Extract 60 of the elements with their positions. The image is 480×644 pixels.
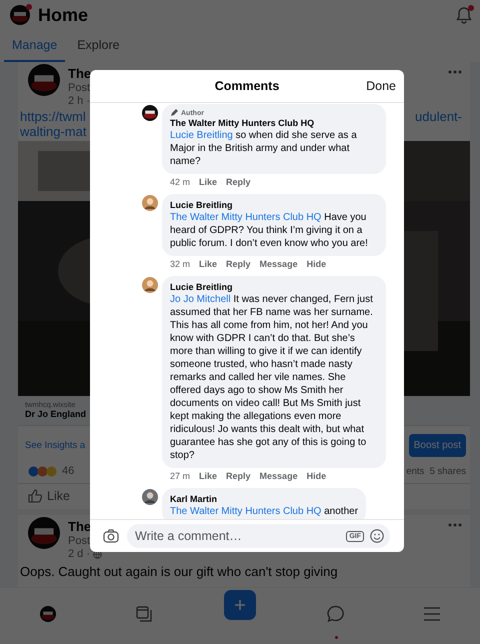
done-button[interactable]: Done (364, 77, 398, 95)
mention-link[interactable]: The Walter Mitty Hunters Club HQ (170, 212, 322, 223)
comment-time: 27 m (170, 471, 190, 481)
comment-author[interactable]: Lucie Breitling (170, 281, 378, 293)
reaction-count: 46 (62, 465, 74, 477)
comment-action[interactable]: Reply (226, 177, 251, 187)
page-title: Home (38, 4, 90, 26)
comment-author[interactable]: The Walter Mitty Hunters Club HQ (170, 117, 378, 129)
post-author[interactable]: The (68, 517, 92, 534)
comment-time: 42 m (170, 177, 190, 187)
mention-link[interactable]: The Walter Mitty Hunters Club HQ (170, 506, 322, 517)
comment-action[interactable]: Like (199, 471, 218, 481)
post-text: Oops. Caught out again is our gift who can't stop giving (19, 563, 339, 581)
more-icon[interactable] (448, 70, 462, 74)
pages-icon[interactable] (136, 606, 152, 622)
comment-time: 32 m (170, 259, 190, 269)
post-byline: Post (68, 535, 90, 547)
comment-action[interactable]: Message (260, 259, 298, 269)
comment-action[interactable]: Reply (226, 259, 251, 269)
mention-link[interactable]: Lucie Breitling (170, 130, 233, 141)
tab[interactable]: Explore (69, 30, 128, 62)
post-byline: Post (68, 82, 90, 94)
mention-link[interactable]: Jo Jo Mitchell (170, 294, 231, 305)
comment-action[interactable]: Like (199, 177, 218, 187)
page-avatar-icon (142, 105, 158, 121)
chat-icon[interactable] (327, 605, 345, 623)
comment-action[interactable]: Like (199, 259, 218, 269)
person-avatar-icon (142, 277, 158, 293)
reactions-icon (28, 466, 58, 476)
create-button[interactable] (224, 590, 256, 620)
post-time: 2 h · (68, 95, 90, 107)
post-time: 2 d · (68, 548, 90, 560)
post-author[interactable]: The (68, 64, 92, 81)
comment-author[interactable]: Lucie Breitling (170, 199, 378, 211)
menu-icon[interactable] (423, 607, 441, 621)
page-avatar-icon[interactable] (40, 606, 56, 622)
notifications-icon[interactable] (456, 6, 472, 24)
more-icon[interactable] (448, 523, 462, 527)
pencil-icon (170, 109, 178, 117)
person-avatar-icon (142, 195, 158, 211)
page-avatar-icon (28, 64, 60, 96)
comment-action[interactable]: Message (260, 471, 298, 481)
emoji-icon[interactable] (370, 529, 384, 543)
comment-author[interactable]: Karl Martin (170, 493, 358, 505)
dialog-title: Comments (214, 79, 280, 93)
preview-title: Dr Jo England (25, 409, 86, 419)
comment-action[interactable]: Hide (306, 259, 326, 269)
thumbs-up-icon (28, 489, 42, 503)
camera-icon[interactable] (103, 529, 119, 543)
comment-action[interactable]: Hide (306, 471, 326, 481)
comment-text: The Walter Mitty Hunters Club HQ Have you heard of GDPR? You think I’m giving it on a public forum. I don’t even know who you are! (170, 211, 369, 250)
comment-action[interactable]: Reply (226, 471, 251, 481)
comment-text: The Walter Mitty Hunters Club HQ another (170, 505, 358, 518)
comment-text: Lucie Breitling so when did she serve as a Major in the British army and under what name? (170, 129, 358, 168)
page-avatar-icon (10, 5, 30, 25)
person-avatar-icon (142, 489, 158, 505)
plus-icon (234, 599, 246, 611)
comment-text: Jo Jo Mitchell It was never changed, Fern just assumed that her FB name was her surname. This has all come from him, not her! And you know with GDPR I can’t do that. But she’s more than willing to give it if we can identify someone trusted, who hasn’t made nasty remarks and called her vile names. She offered days ago to show Ms Smith her documents on video call! But Ms Smith just kept making the allegations even more ridiculous! Jo wants this dealt with, but what guarantee has she got any of this is going to stop? (170, 293, 374, 462)
post-stats: ents 5 shares (406, 466, 466, 476)
page-avatar-icon (28, 517, 60, 549)
